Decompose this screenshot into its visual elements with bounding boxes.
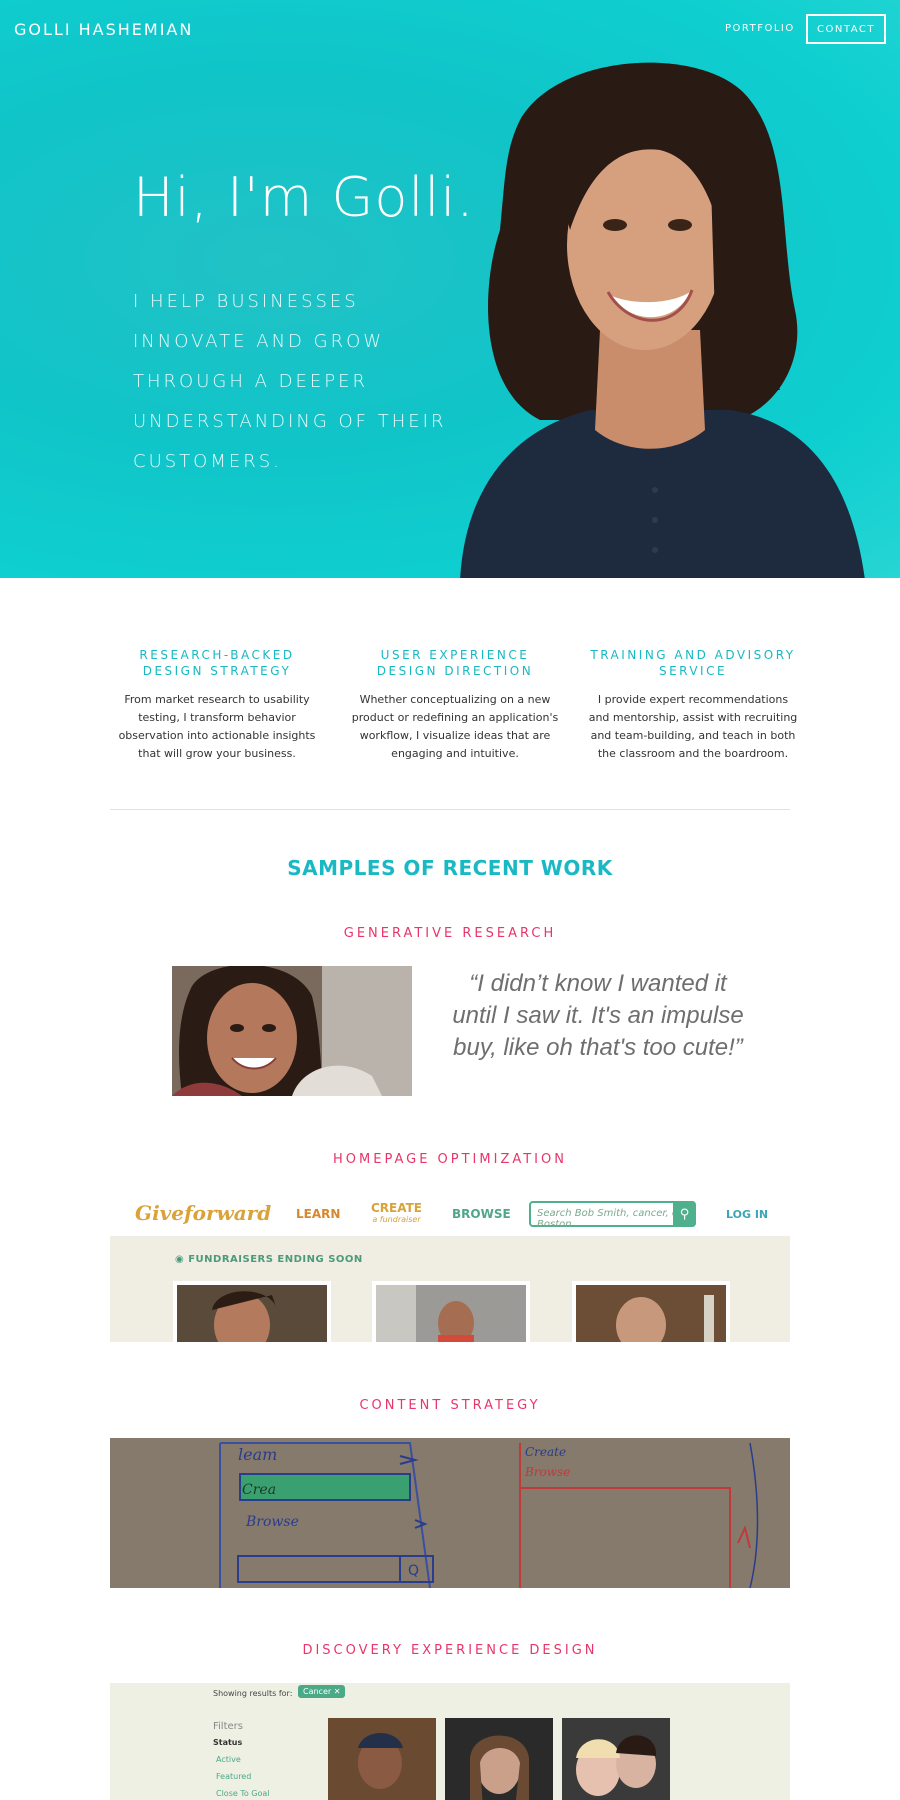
discovery-screenshot[interactable]: Showing results for: Cancer ✕ Filters St… xyxy=(110,1683,790,1800)
filter-chip: Cancer ✕ xyxy=(298,1685,346,1698)
fundraiser-photo xyxy=(376,1285,526,1342)
discovery-card-photo xyxy=(562,1718,670,1800)
hero-subtitle: I HELP BUSINESSES INNOVATE AND GROW THRO… xyxy=(133,291,447,472)
section-label-generative-research: GENERATIVE RESEARCH xyxy=(343,926,557,941)
giveforward-logo: Giveforward xyxy=(135,1201,272,1225)
service-body: Whether conceptualizing on a new product… xyxy=(351,693,559,760)
research-participant-photo[interactable] xyxy=(172,966,412,1096)
services-row: RESEARCH-BACKED DESIGN STRATEGY From mar… xyxy=(110,647,800,763)
filter-option-active: Active xyxy=(216,1755,241,1764)
section-label-discovery-design: DISCOVERY EXPERIENCE DESIGN xyxy=(302,1643,598,1658)
fundraiser-card xyxy=(572,1281,730,1342)
giveforward-ending-label: FUNDRAISERS ENDING SOON xyxy=(188,1254,363,1265)
service-title: TRAINING AND ADVISORY SERVICE xyxy=(590,648,796,678)
section-label-content-strategy: CONTENT STRATEGY xyxy=(359,1398,541,1413)
filters-heading: Filters xyxy=(213,1721,243,1732)
hero-title: Hi, I'm Golli. xyxy=(133,166,475,229)
showing-results-label: Showing results for: xyxy=(213,1689,293,1698)
fundraiser-card xyxy=(173,1281,331,1342)
svg-text:Create: Create xyxy=(525,1445,566,1459)
nav-contact-button[interactable]: CONTACT xyxy=(806,14,886,44)
discovery-card-photo xyxy=(328,1718,436,1800)
service-title: RESEARCH-BACKED DESIGN STRATEGY xyxy=(139,648,295,678)
service-item: TRAINING AND ADVISORY SERVICE I provide … xyxy=(586,647,800,763)
service-body: I provide expert recommendations and men… xyxy=(588,693,798,760)
status-heading: Status xyxy=(213,1738,243,1747)
portrait-photo xyxy=(460,62,865,578)
filter-option-close-to-goal: Close To Goal xyxy=(216,1789,270,1798)
giveforward-ending-soon: ◉ FUNDRAISERS ENDING SOON xyxy=(175,1254,363,1265)
samples-heading: SAMPLES OF RECENT WORK xyxy=(287,856,613,880)
filter-option-featured: Featured xyxy=(216,1772,252,1781)
whiteboard-sketch[interactable]: leam Crea Browse Q Create Browse xyxy=(110,1438,790,1588)
svg-text:Browse: Browse xyxy=(524,1465,570,1479)
giveforward-screenshot[interactable]: Giveforward LEARN CREATE a fundraiser BR… xyxy=(110,1191,790,1342)
svg-text:Browse: Browse xyxy=(245,1514,299,1530)
svg-text:Q: Q xyxy=(408,1563,419,1579)
giveforward-create-sub: a fundraiser xyxy=(372,1215,421,1224)
svg-text:Crea: Crea xyxy=(242,1482,276,1498)
giveforward-create: CREATE a fundraiser xyxy=(371,1202,422,1226)
fundraiser-photo xyxy=(576,1285,726,1342)
service-body: From market research to usability testin… xyxy=(118,693,316,760)
discovery-card-photo xyxy=(445,1718,553,1800)
search-icon: ⚲ xyxy=(673,1201,696,1227)
hero-section: GOLLI HASHEMIAN PORTFOLIO CONTACT Hi, I'… xyxy=(0,0,900,578)
site-brand[interactable]: GOLLI HASHEMIAN xyxy=(14,20,193,39)
giveforward-search: Search Bob Smith, cancer, or Boston xyxy=(529,1201,696,1230)
service-title: USER EXPERIENCE DESIGN DIRECTION xyxy=(376,648,534,678)
section-divider xyxy=(110,809,790,810)
giveforward-browse: BROWSE xyxy=(452,1207,511,1221)
location-pin-icon: ◉ xyxy=(175,1254,185,1265)
svg-text:leam: leam xyxy=(238,1445,277,1464)
giveforward-create-label: CREATE xyxy=(371,1201,422,1215)
giveforward-login: LOG IN xyxy=(726,1208,769,1221)
giveforward-learn: LEARN xyxy=(296,1207,341,1221)
fundraiser-card xyxy=(372,1281,530,1342)
service-item: USER EXPERIENCE DESIGN DIRECTION Whether… xyxy=(348,647,562,763)
fundraiser-photo xyxy=(177,1285,327,1342)
nav-portfolio-link[interactable]: PORTFOLIO xyxy=(725,23,795,34)
customer-quote: “I didn’t know I wanted it until I saw i… xyxy=(452,970,744,1061)
section-label-homepage-optimization: HOMEPAGE OPTIMIZATION xyxy=(333,1152,567,1167)
service-item: RESEARCH-BACKED DESIGN STRATEGY From mar… xyxy=(110,647,324,763)
